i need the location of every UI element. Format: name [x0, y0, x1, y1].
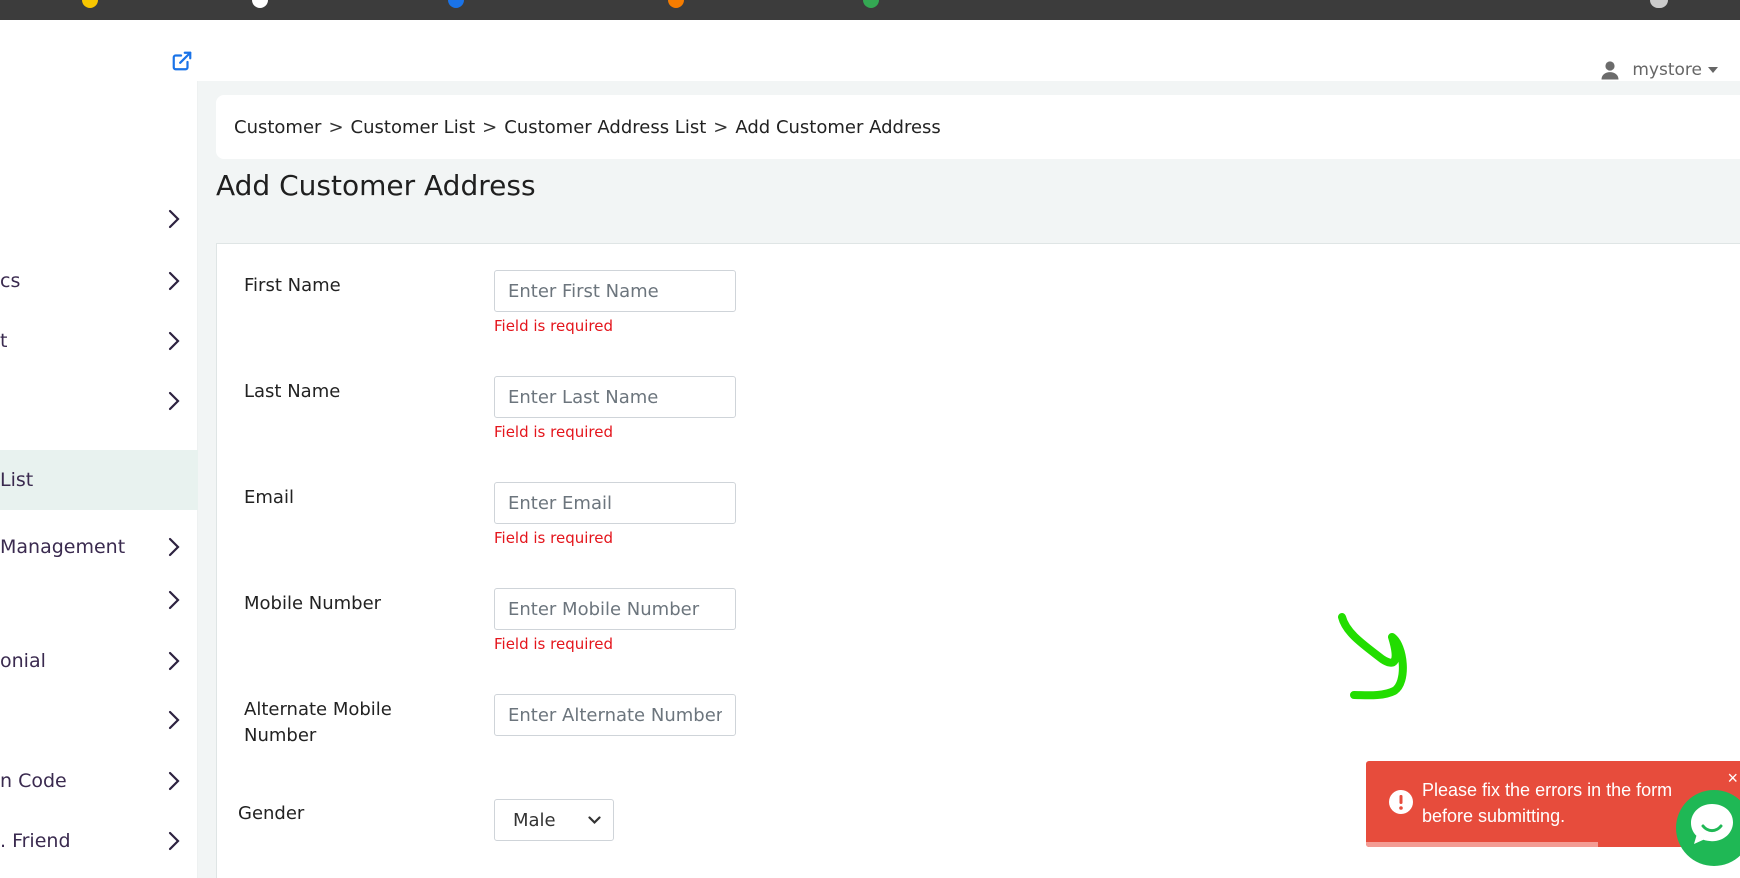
sidebar-item-label: . Friend — [0, 830, 71, 852]
sidebar: cs t ner List Management onial n Code . … — [0, 81, 198, 878]
sidebar-item-label: onial — [0, 650, 46, 672]
alternate-mobile-label-line2: Number — [244, 725, 317, 746]
breadcrumb-separator: > — [482, 116, 498, 138]
email-error: Field is required — [494, 529, 613, 547]
breadcrumb-item-customer-list[interactable]: Customer List — [351, 117, 476, 138]
breadcrumb: Customer > Customer List > Customer Addr… — [216, 95, 1740, 159]
breadcrumb-item-current: Add Customer Address — [735, 116, 941, 138]
sidebar-item-testimonial[interactable]: onial — [0, 631, 198, 691]
last-name-error: Field is required — [494, 423, 613, 441]
breadcrumb-item-address-list[interactable]: Customer Address List — [504, 117, 706, 138]
sidebar-item-label: Management — [0, 536, 126, 558]
first-name-label: First Name — [244, 275, 341, 296]
toast-progress-bar — [1366, 842, 1598, 847]
chevron-right-icon — [168, 209, 180, 229]
top-navbar: mystore — [0, 20, 1740, 81]
breadcrumb-item-customer[interactable]: Customer — [234, 117, 321, 138]
mobile-number-input[interactable] — [494, 588, 736, 630]
first-name-error: Field is required — [494, 317, 613, 335]
gender-select[interactable]: Male — [494, 799, 614, 841]
chevron-right-icon — [168, 590, 180, 610]
last-name-label: Last Name — [244, 381, 341, 402]
annotation-checkmark-icon — [1338, 613, 1407, 700]
email-label: Email — [244, 487, 294, 508]
sidebar-item-label: cs — [0, 270, 21, 292]
sidebar-item-4[interactable] — [0, 371, 198, 431]
chevron-right-icon — [168, 537, 180, 557]
sidebar-item-friend[interactable]: . Friend — [0, 811, 198, 871]
bookmark-icon[interactable] — [252, 0, 268, 8]
chevron-right-icon — [168, 831, 180, 851]
alert-circle-icon — [1389, 790, 1413, 814]
mobile-number-label: Mobile Number — [244, 593, 382, 614]
chevron-right-icon — [168, 651, 180, 671]
chevron-down-icon — [588, 815, 601, 824]
sidebar-item-3[interactable]: t — [0, 311, 198, 371]
sidebar-item-management[interactable]: Management — [0, 517, 198, 577]
email-input[interactable] — [494, 482, 736, 524]
chat-widget-button[interactable] — [1676, 790, 1740, 866]
sidebar-item-label: List — [0, 469, 34, 491]
main-content: Customer > Customer List > Customer Addr… — [198, 81, 1740, 878]
chat-icon — [1691, 804, 1733, 844]
breadcrumb-separator: > — [328, 116, 344, 138]
alternate-mobile-label-line1: Alternate Mobile — [244, 699, 392, 720]
bookmark-icon[interactable] — [668, 0, 684, 8]
gender-selected-value: Male — [513, 809, 556, 831]
sidebar-item-code[interactable]: n Code — [0, 751, 198, 811]
sidebar-item-1[interactable] — [0, 189, 198, 249]
sidebar-subitem-customer-list[interactable]: List — [0, 450, 198, 510]
bookmark-icon[interactable] — [1650, 0, 1668, 8]
chevron-right-icon — [168, 331, 180, 351]
bookmark-icon[interactable] — [448, 0, 464, 8]
chevron-right-icon — [168, 771, 180, 791]
bookmark-icon[interactable] — [82, 0, 98, 8]
caret-down-icon — [1708, 67, 1718, 73]
bookmark-icon[interactable] — [863, 0, 879, 8]
user-icon — [1601, 61, 1619, 80]
chevron-right-icon — [168, 271, 180, 291]
breadcrumb-separator: > — [713, 116, 729, 138]
browser-bookmarks-bar — [0, 0, 1740, 20]
sidebar-item-10[interactable] — [0, 690, 198, 750]
sidebar-item-label: n Code — [0, 770, 67, 792]
sidebar-item-label: t — [0, 330, 8, 352]
sidebar-item-2[interactable]: cs — [0, 251, 198, 311]
chevron-right-icon — [168, 391, 180, 411]
mobile-number-error: Field is required — [494, 635, 613, 653]
username-label: mystore — [1632, 60, 1702, 80]
first-name-input[interactable] — [494, 270, 736, 312]
gender-label: Gender — [238, 803, 305, 824]
chevron-right-icon — [168, 710, 180, 730]
sidebar-item-8[interactable] — [0, 570, 198, 630]
toast-close-button[interactable]: × — [1727, 765, 1738, 791]
last-name-input[interactable] — [494, 376, 736, 418]
alternate-mobile-input[interactable] — [494, 694, 736, 736]
alternate-mobile-label: Alternate Mobile Number — [244, 697, 392, 749]
user-menu[interactable]: mystore — [1600, 60, 1718, 80]
external-link-icon[interactable] — [171, 50, 193, 72]
page-title: Add Customer Address — [216, 169, 536, 202]
